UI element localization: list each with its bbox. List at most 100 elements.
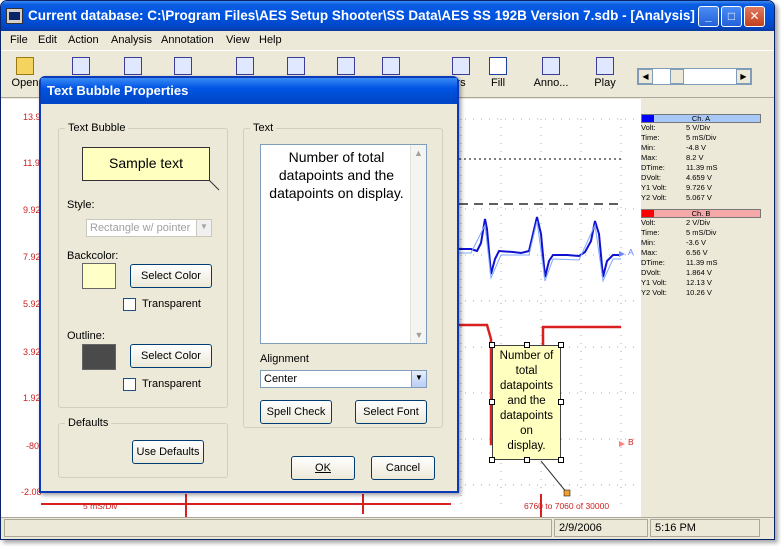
- y-tick-label: -80: [26, 441, 40, 451]
- annotation-bubble[interactable]: Number of total datapoints and the datap…: [492, 345, 561, 460]
- pointer-handle[interactable]: [563, 489, 571, 497]
- info-key: Y2 Volt:: [641, 288, 667, 297]
- fill-label: Fill: [490, 77, 506, 89]
- menu-annotation[interactable]: Annotation: [161, 34, 214, 46]
- info-row: Y2 Volt: 5.067 V: [641, 193, 761, 203]
- resize-handle[interactable]: [524, 457, 530, 463]
- menu-view[interactable]: View: [226, 34, 250, 46]
- menu-bar: File Edit Action Analysis Annotation Vie…: [1, 31, 774, 50]
- info-row: Y1 Volt: 12.13 V: [641, 278, 761, 288]
- info-row: Volt: 5 V/Div: [641, 123, 761, 133]
- toolbar-button-8[interactable]: [371, 57, 411, 77]
- info-row: DTime: 11.39 mS: [641, 258, 761, 268]
- y-tick-label: 9.92: [23, 205, 41, 215]
- y-tick-label: 3.92: [23, 347, 41, 357]
- menu-action[interactable]: Action: [68, 34, 99, 46]
- defaults-group-label: Defaults: [65, 417, 112, 429]
- menu-edit[interactable]: Edit: [38, 34, 57, 46]
- open-label: Open: [11, 77, 39, 89]
- toolbar-button-2[interactable]: [61, 57, 101, 77]
- select-outline-button[interactable]: Select Color: [130, 344, 212, 368]
- resize-handle[interactable]: [558, 457, 564, 463]
- disk-icon: [287, 57, 305, 75]
- info-value: 6.56 V: [686, 248, 708, 257]
- alignment-dropdown-arrow-icon[interactable]: ▼: [411, 371, 426, 387]
- info-value: 5 V/Div: [686, 123, 711, 132]
- dialog-title: Text Bubble Properties: [41, 78, 457, 104]
- toolbar-button-6[interactable]: [276, 57, 316, 77]
- toolbar-button-7[interactable]: [326, 57, 366, 77]
- sample-bubble-preview: Sample text: [82, 147, 210, 181]
- menu-file[interactable]: File: [10, 34, 28, 46]
- info-value: 9.726 V: [686, 183, 712, 192]
- marker-a-label: A: [628, 247, 634, 257]
- cancel-button[interactable]: Cancel: [371, 456, 435, 480]
- menu-help[interactable]: Help: [259, 34, 282, 46]
- info-row: DVolt: 4.659 V: [641, 173, 761, 183]
- select-font-button[interactable]: Select Font: [355, 400, 427, 424]
- info-key: Volt:: [641, 123, 656, 132]
- close-button[interactable]: ✕: [744, 6, 765, 27]
- transparent-back-checkbox[interactable]: [123, 298, 136, 311]
- info-key: Time:: [641, 228, 660, 237]
- minimize-button[interactable]: _: [698, 6, 719, 27]
- info-key: Min:: [641, 238, 656, 247]
- scroll-right-arrow-icon[interactable]: ▶: [736, 69, 751, 84]
- info-value: -4.8 V: [686, 143, 707, 152]
- info-row: Time: 5 mS/Div: [641, 228, 761, 238]
- transparent-outline-checkbox[interactable]: [123, 378, 136, 391]
- ok-button[interactable]: OK: [291, 456, 355, 480]
- info-row: Time: 5 mS/Div: [641, 133, 761, 143]
- resize-handle[interactable]: [558, 342, 564, 348]
- info-value: 5.067 V: [686, 193, 712, 202]
- select-backcolor-button[interactable]: Select Color: [130, 264, 212, 288]
- info-row: DTime: 11.39 mS: [641, 163, 761, 173]
- bubble-line: on: [520, 425, 533, 437]
- resize-handle[interactable]: [489, 342, 495, 348]
- spell-check-button[interactable]: Spell Check: [260, 400, 332, 424]
- fill-tool[interactable]: Fill: [478, 57, 518, 89]
- status-date: 2/9/2006: [554, 519, 648, 537]
- maximize-button[interactable]: □: [721, 6, 742, 27]
- resize-handle[interactable]: [489, 457, 495, 463]
- resize-handle[interactable]: [524, 342, 530, 348]
- channel-a-title: Ch. A: [691, 114, 711, 123]
- toolbar-button-4[interactable]: [163, 57, 203, 77]
- outline-swatch[interactable]: [82, 344, 116, 370]
- info-row: Min: -3.6 V: [641, 238, 761, 248]
- channel-b-header: Ch. B: [641, 209, 761, 218]
- alignment-select[interactable]: Center ▼: [260, 370, 427, 388]
- scroll-left-arrow-icon[interactable]: ◀: [638, 69, 653, 84]
- info-row: Y2 Volt: 10.26 V: [641, 288, 761, 298]
- scroll-down-icon[interactable]: ▼: [411, 327, 427, 343]
- ok-label: OK: [315, 462, 331, 474]
- info-key: Y1 Volt:: [641, 183, 667, 192]
- play-tool[interactable]: Play: [585, 57, 625, 89]
- toolbar-button-3[interactable]: [113, 57, 153, 77]
- bubble-line: total: [515, 365, 538, 377]
- menu-analysis[interactable]: Analysis: [111, 34, 152, 46]
- scroll-thumb[interactable]: [670, 69, 684, 84]
- info-key: Volt:: [641, 218, 656, 227]
- backcolor-swatch[interactable]: [82, 263, 116, 289]
- resize-handle[interactable]: [489, 399, 495, 405]
- resize-handle[interactable]: [558, 399, 564, 405]
- info-value: 5 mS/Div: [686, 228, 717, 237]
- spell-check-label: Spell Check: [266, 406, 326, 418]
- text-scrollbar[interactable]: ▲ ▼: [410, 145, 426, 343]
- playback-scrollbar[interactable]: ◀ ▶: [637, 68, 752, 85]
- bubble-text-input[interactable]: Number of total datapoints and the datap…: [260, 144, 427, 344]
- annotation-tool[interactable]: Anno...: [531, 57, 571, 89]
- use-defaults-button[interactable]: Use Defaults: [132, 440, 204, 464]
- info-value: 8.2 V: [686, 153, 704, 162]
- device-icon: [236, 57, 254, 75]
- scroll-up-icon[interactable]: ▲: [411, 145, 426, 161]
- y-tick-label: 1.92: [23, 393, 41, 403]
- status-bar: 2/9/2006 5:16 PM: [1, 517, 774, 537]
- select-outline-label: Select Color: [141, 350, 201, 362]
- toolbar-button-5[interactable]: [225, 57, 265, 77]
- stars-icon: [452, 57, 470, 75]
- info-key: Time:: [641, 133, 660, 142]
- channel-b-title: Ch. B: [691, 209, 711, 218]
- page-icon: [72, 57, 90, 75]
